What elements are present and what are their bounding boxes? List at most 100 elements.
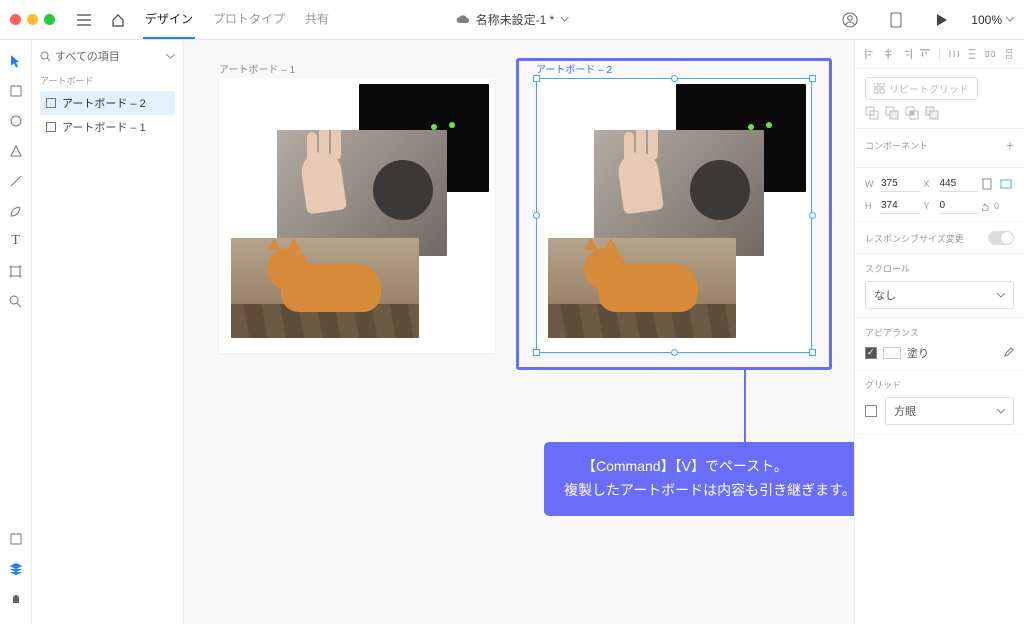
x-label: X bbox=[924, 179, 936, 189]
scroll-select[interactable]: なし bbox=[865, 281, 1014, 309]
chevron-down-icon bbox=[997, 409, 1005, 414]
rotate-icon[interactable]: 0 bbox=[982, 201, 1014, 211]
portrait-icon[interactable] bbox=[982, 178, 996, 190]
zoom-value: 100% bbox=[971, 13, 1002, 27]
distribute-h-icon[interactable] bbox=[949, 48, 959, 60]
callout-line1: 【Command】【V】でペースト。 bbox=[564, 455, 854, 479]
grid-checkbox[interactable] bbox=[865, 405, 877, 417]
y-input[interactable] bbox=[940, 198, 979, 214]
fill-swatch[interactable] bbox=[883, 347, 901, 359]
responsive-resize-toggle[interactable] bbox=[988, 231, 1014, 245]
section-artboards-label: アートボード bbox=[40, 74, 175, 87]
menu-icon[interactable] bbox=[72, 8, 96, 32]
text-tool[interactable]: T bbox=[0, 226, 32, 256]
width-input[interactable] bbox=[881, 176, 920, 192]
add-component-icon[interactable]: + bbox=[1006, 137, 1014, 153]
polygon-tool[interactable] bbox=[0, 136, 32, 166]
callout-line2: 複製したアートボードは内容も引き継ぎます。 bbox=[564, 479, 854, 503]
artboard-icon bbox=[46, 122, 56, 132]
align-right-icon[interactable] bbox=[902, 48, 912, 60]
repeat-grid-button[interactable]: リピートグリッド bbox=[865, 77, 978, 100]
layers-icon[interactable] bbox=[0, 554, 32, 584]
union-icon[interactable] bbox=[865, 106, 879, 120]
pen-tool[interactable] bbox=[0, 196, 32, 226]
artboard-1-label[interactable]: アートボード – 1 bbox=[219, 61, 295, 76]
callout-connector bbox=[744, 370, 746, 450]
artboard-tool[interactable] bbox=[0, 256, 32, 286]
search-icon bbox=[40, 51, 51, 62]
artboard-1-content bbox=[219, 78, 495, 353]
appearance-section-label: アピアランス bbox=[865, 326, 1014, 339]
maximize-window-icon[interactable] bbox=[44, 14, 55, 25]
chevron-down-icon bbox=[1006, 17, 1014, 22]
fill-checkbox[interactable] bbox=[865, 347, 877, 359]
layer-item-label: アートボード – 1 bbox=[62, 119, 146, 135]
play-icon[interactable] bbox=[930, 8, 954, 32]
align-icons-row[interactable]: | bbox=[865, 48, 1014, 60]
minimize-window-icon[interactable] bbox=[27, 14, 38, 25]
document-title[interactable]: 名称未設定-1 * bbox=[456, 11, 569, 28]
layers-search[interactable]: すべての項目 bbox=[40, 48, 175, 64]
align-top-icon[interactable] bbox=[920, 48, 930, 60]
selection-handle[interactable] bbox=[671, 349, 678, 356]
selection-handle[interactable] bbox=[533, 75, 540, 82]
chevron-down-icon bbox=[560, 17, 568, 22]
chevron-down-icon bbox=[997, 293, 1005, 298]
device-preview-icon[interactable] bbox=[884, 8, 908, 32]
user-avatar-icon[interactable] bbox=[838, 8, 862, 32]
layers-panel: すべての項目 アートボード アートボード – 2 アートボード – 1 bbox=[32, 40, 184, 624]
selection-handle[interactable] bbox=[533, 212, 540, 219]
tab-share[interactable]: 共有 bbox=[303, 0, 331, 39]
tab-design[interactable]: デザイン bbox=[143, 0, 195, 39]
eyedropper-icon[interactable] bbox=[1002, 347, 1014, 359]
landscape-icon[interactable] bbox=[1000, 179, 1014, 189]
tab-prototype[interactable]: プロトタイプ bbox=[211, 0, 287, 39]
line-tool[interactable] bbox=[0, 166, 32, 196]
plugins-icon[interactable] bbox=[0, 584, 32, 614]
h-label: H bbox=[865, 201, 877, 211]
layer-item-label: アートボード – 2 bbox=[62, 95, 146, 111]
cloud-icon bbox=[456, 15, 470, 25]
align-left-icon[interactable] bbox=[865, 48, 875, 60]
select-tool[interactable] bbox=[0, 46, 32, 76]
x-input[interactable] bbox=[940, 176, 979, 192]
height-input[interactable] bbox=[881, 198, 920, 214]
boolean-ops-row[interactable] bbox=[865, 106, 1014, 120]
align-hcenter-icon[interactable] bbox=[883, 48, 893, 60]
artboard-1[interactable]: アートボード – 1 bbox=[219, 78, 495, 353]
selection-handle[interactable] bbox=[809, 212, 816, 219]
distribute-v-icon[interactable] bbox=[967, 48, 977, 60]
y-label: Y bbox=[924, 201, 936, 211]
selection-bounds bbox=[536, 78, 812, 353]
intersect-icon[interactable] bbox=[905, 106, 919, 120]
close-window-icon[interactable] bbox=[10, 14, 21, 25]
chevron-down-icon bbox=[166, 54, 175, 59]
repeat-grid-label: リピートグリッド bbox=[889, 81, 969, 96]
document-title-text: 名称未設定-1 * bbox=[476, 11, 555, 28]
libraries-icon[interactable] bbox=[0, 524, 32, 554]
app-topbar: デザイン プロトタイプ 共有 名称未設定-1 * 100% bbox=[0, 0, 1024, 40]
property-inspector: | リピートグリッド コンポーネント + bbox=[854, 40, 1024, 624]
rectangle-tool[interactable] bbox=[0, 76, 32, 106]
selection-handle[interactable] bbox=[671, 75, 678, 82]
canvas[interactable]: アートボード – 1 アートボード – 2 bbox=[184, 40, 854, 624]
image-orange-cat[interactable] bbox=[231, 238, 419, 338]
search-label: すべての項目 bbox=[55, 48, 120, 64]
selection-handle[interactable] bbox=[809, 75, 816, 82]
fill-label: 塗り bbox=[907, 345, 929, 361]
layer-item-artboard-2[interactable]: アートボード – 2 bbox=[40, 91, 175, 115]
layer-item-artboard-1[interactable]: アートボード – 1 bbox=[40, 115, 175, 139]
zoom-control[interactable]: 100% bbox=[971, 13, 1014, 27]
exclude-icon[interactable] bbox=[925, 106, 939, 120]
zoom-tool[interactable] bbox=[0, 286, 32, 316]
grid-select[interactable]: 方眼 bbox=[885, 397, 1014, 425]
ellipse-tool[interactable] bbox=[0, 106, 32, 136]
subtract-icon[interactable] bbox=[885, 106, 899, 120]
selection-handle[interactable] bbox=[533, 349, 540, 356]
home-icon[interactable] bbox=[106, 8, 130, 32]
selection-handle[interactable] bbox=[809, 349, 816, 356]
distribute-3-icon[interactable] bbox=[985, 48, 995, 60]
window-controls[interactable] bbox=[10, 14, 55, 25]
distribute-4-icon[interactable] bbox=[1004, 48, 1014, 60]
callout-tooltip: 【Command】【V】でペースト。 複製したアートボードは内容も引き継ぎます。 bbox=[544, 442, 854, 516]
